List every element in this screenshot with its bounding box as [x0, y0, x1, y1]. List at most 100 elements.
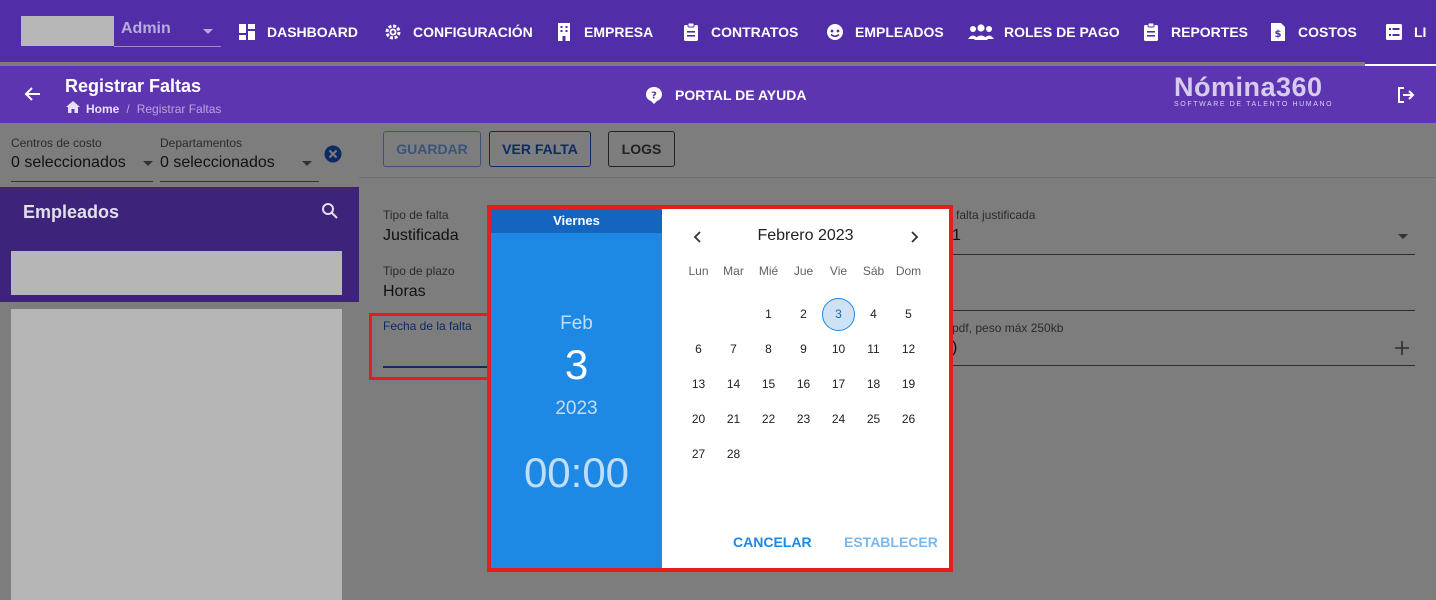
- calendar-day[interactable]: 23: [787, 403, 820, 436]
- nav-label: ROLES DE PAGO: [1004, 24, 1120, 40]
- calendar-day[interactable]: 10: [822, 333, 855, 366]
- absence-type-label: Tipo de falta: [383, 208, 449, 222]
- cost-centers-underline: [11, 181, 153, 182]
- help-label: PORTAL DE AYUDA: [675, 87, 807, 103]
- svg-text:?: ?: [651, 91, 657, 102]
- dashboard-icon: [237, 22, 257, 42]
- term-type-select[interactable]: Horas: [383, 283, 426, 301]
- user-select-underline: [114, 46, 221, 47]
- nav-label: CONFIGURACIÓN: [413, 24, 533, 40]
- justified-select[interactable]: 1: [952, 227, 961, 245]
- clear-filters-icon[interactable]: [324, 145, 342, 163]
- nav-empleados[interactable]: EMPLEADOS: [825, 18, 944, 46]
- calendar-day[interactable]: 21: [717, 403, 750, 436]
- home-icon[interactable]: [66, 101, 80, 116]
- nav-roles-de-pago[interactable]: ROLES DE PAGO: [968, 18, 1120, 46]
- weekday-header: Lun: [688, 264, 709, 278]
- brand-tagline: SOFTWARE DE TALENTO HUMANO: [1174, 101, 1334, 108]
- view-absence-button[interactable]: VER FALTA: [489, 131, 591, 167]
- calendar-day[interactable]: 17: [822, 368, 855, 401]
- chevron-down-icon[interactable]: [302, 161, 312, 166]
- save-button[interactable]: GUARDAR: [383, 131, 481, 167]
- nav-label: REPORTES: [1171, 24, 1249, 40]
- breadcrumb: Home / Registrar Faltas: [66, 101, 221, 116]
- company-logo-placeholder: [21, 16, 114, 46]
- employee-list[interactable]: [11, 309, 342, 600]
- nav-reportes[interactable]: REPORTES: [1141, 18, 1248, 46]
- nav-dashboard[interactable]: DASHBOARD: [237, 18, 358, 46]
- calendar-day[interactable]: 25: [857, 403, 890, 436]
- employees-title: Empleados: [23, 202, 120, 222]
- weekday-header: Dom: [895, 264, 922, 278]
- calendar-panel: Febrero 2023 CANCELAR ESTABLECER Lun Mar M…: [662, 209, 949, 568]
- file-upload-label: pdf, peso máx 250kb: [952, 321, 1064, 335]
- calendar-day[interactable]: 11: [857, 333, 890, 366]
- help-portal-link[interactable]: ? PORTAL DE AYUDA: [645, 86, 806, 104]
- selected-month: Feb: [560, 313, 593, 334]
- nav-contratos[interactable]: CONTRATOS: [681, 18, 798, 46]
- date-field-highlight: [369, 313, 491, 380]
- nav-empresa[interactable]: EMPRESA: [554, 18, 653, 46]
- nav-li[interactable]: LI: [1384, 18, 1426, 46]
- weekday-header: Vie: [829, 264, 848, 278]
- selected-time[interactable]: 00:00: [491, 449, 662, 497]
- calendar-day[interactable]: 18: [857, 368, 890, 401]
- calendar-day[interactable]: 13: [682, 368, 715, 401]
- logout-icon[interactable]: [1396, 85, 1416, 105]
- page-header: Registrar Faltas Home / Registrar Faltas…: [0, 66, 1436, 123]
- list-icon: [1384, 22, 1404, 42]
- calendar-day[interactable]: 14: [717, 368, 750, 401]
- nav-configuracion[interactable]: CONFIGURACIÓN: [383, 18, 533, 46]
- calendar-day[interactable]: 4: [857, 298, 890, 331]
- chevron-down-icon[interactable]: [1398, 234, 1408, 239]
- calendar-day[interactable]: 20: [682, 403, 715, 436]
- logs-button[interactable]: LOGS: [608, 131, 675, 167]
- calendar-day[interactable]: 22: [752, 403, 785, 436]
- employees-header: Empleados: [0, 187, 359, 237]
- invoice-icon: $: [1268, 22, 1288, 42]
- calendar-day[interactable]: 12: [892, 333, 925, 366]
- calendar-day[interactable]: 5: [892, 298, 925, 331]
- weekday-header: Jue: [793, 264, 814, 278]
- selected-day: 3: [564, 341, 589, 388]
- set-button[interactable]: ESTABLECER: [844, 534, 938, 550]
- chevron-down-icon[interactable]: [203, 29, 213, 34]
- calendar-day[interactable]: 28: [717, 438, 750, 471]
- add-file-icon[interactable]: [1393, 339, 1411, 357]
- cost-centers-select[interactable]: 0 seleccionados: [11, 154, 126, 172]
- svg-text:$: $: [1275, 29, 1282, 40]
- nav-label: DASHBOARD: [267, 24, 358, 40]
- departments-select[interactable]: 0 seleccionados: [160, 154, 275, 172]
- calendar-day[interactable]: 24: [822, 403, 855, 436]
- calendar-day[interactable]: 2: [787, 298, 820, 331]
- nav-costos[interactable]: $ COSTOS: [1268, 18, 1357, 46]
- filters-bar: Centros de costo 0 seleccionados Departa…: [0, 123, 359, 187]
- chevron-down-icon[interactable]: [143, 161, 153, 166]
- calendar-day[interactable]: 26: [892, 403, 925, 436]
- toolbar-divider: [359, 177, 1436, 178]
- calendar-day[interactable]: 16: [787, 368, 820, 401]
- breadcrumb-home[interactable]: Home: [86, 102, 119, 116]
- user-role-select[interactable]: Admin: [121, 20, 171, 38]
- search-icon[interactable]: [321, 202, 339, 220]
- calendar-day[interactable]: 9: [787, 333, 820, 366]
- back-arrow-icon[interactable]: [22, 83, 44, 105]
- nav-label: EMPLEADOS: [855, 24, 944, 40]
- weekday-header: Sáb: [862, 264, 885, 278]
- calendar-day[interactable]: 8: [752, 333, 785, 366]
- calendar-day-selected[interactable]: 3: [822, 298, 855, 331]
- cost-centers-label: Centros de costo: [11, 136, 102, 150]
- selected-year[interactable]: 2023: [491, 398, 662, 420]
- calendar-day[interactable]: 19: [892, 368, 925, 401]
- calendar-day[interactable]: 6: [682, 333, 715, 366]
- justified-underline: [952, 254, 1415, 255]
- employee-search-input[interactable]: [11, 251, 342, 295]
- calendar-day[interactable]: 15: [752, 368, 785, 401]
- cancel-button[interactable]: CANCELAR: [733, 534, 812, 550]
- calendar-day[interactable]: 1: [752, 298, 785, 331]
- absence-type-select[interactable]: Justificada: [383, 227, 459, 245]
- clipboard-icon: [1141, 22, 1161, 42]
- calendar-day[interactable]: 7: [717, 333, 750, 366]
- chevron-right-icon[interactable]: [906, 229, 922, 245]
- calendar-day[interactable]: 27: [682, 438, 715, 471]
